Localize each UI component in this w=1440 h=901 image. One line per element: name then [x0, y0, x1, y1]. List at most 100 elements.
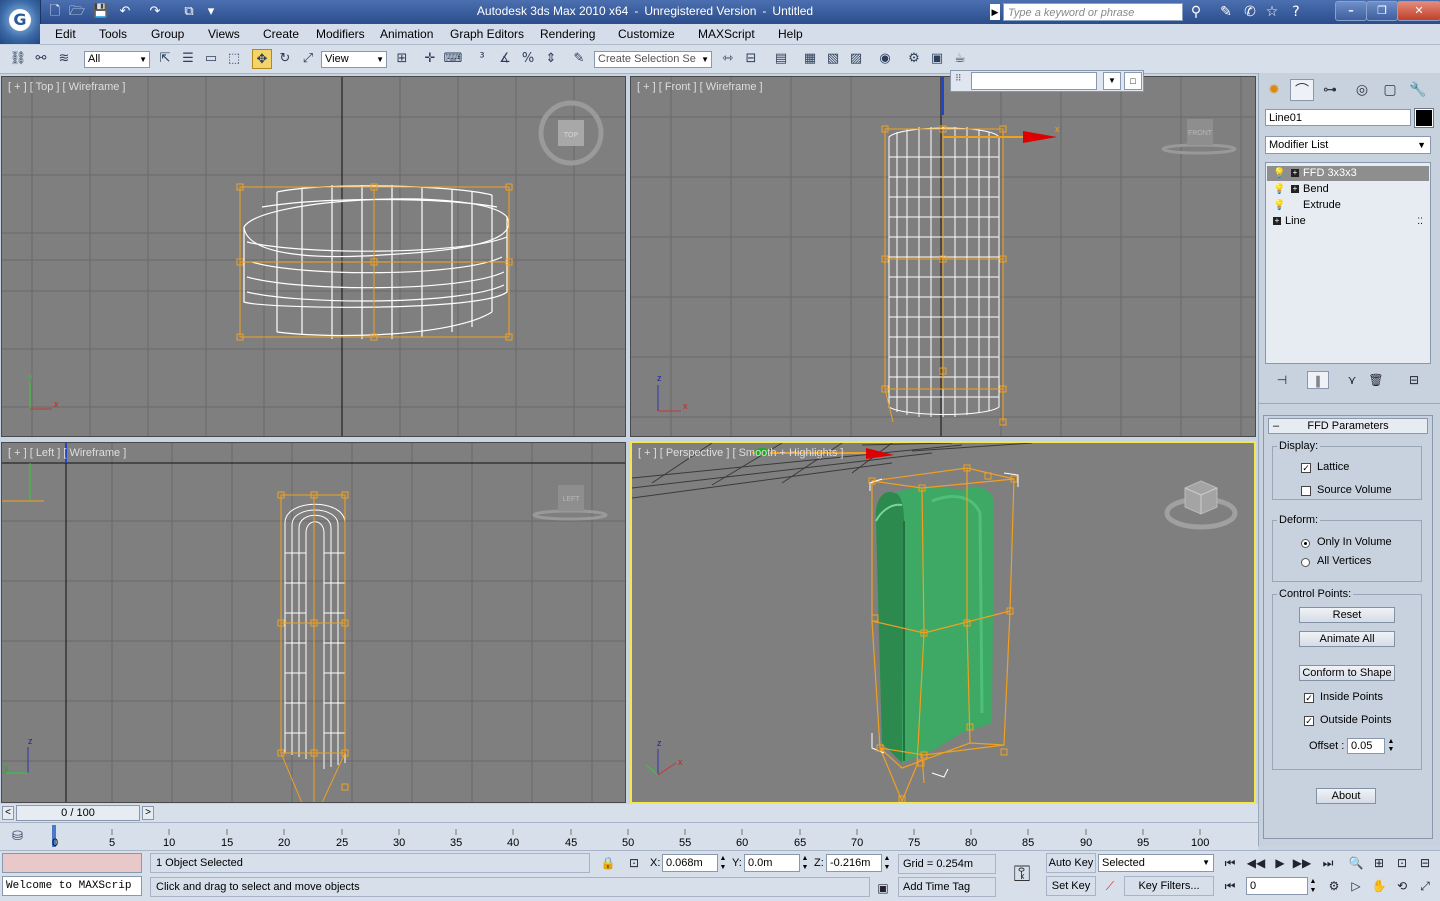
orbit-icon[interactable]: ⟲: [1392, 877, 1412, 895]
go-to-end-icon[interactable]: ⏭: [1318, 854, 1338, 872]
subscription-icon[interactable]: ✎: [1216, 3, 1236, 21]
save-icon[interactable]: 💾: [92, 3, 110, 21]
application-menu-button[interactable]: G: [0, 0, 41, 44]
close-icon[interactable]: □: [1124, 72, 1142, 90]
menu-help[interactable]: Help: [778, 27, 803, 41]
utilities-tab-icon[interactable]: 🔧: [1406, 79, 1430, 101]
about-button[interactable]: About: [1316, 788, 1376, 804]
material-editor-icon[interactable]: ◉: [875, 49, 895, 69]
chevron-down-icon[interactable]: ▼: [1103, 72, 1121, 90]
selection-filter-dropdown[interactable]: All ▼: [84, 51, 150, 68]
modify-tab-icon[interactable]: ⌒: [1290, 79, 1314, 101]
track-bar[interactable]: ⛁ 0 5 10 15 20 25 30 35 40 45 50 55 60 6…: [0, 822, 1258, 851]
rectangular-selection-icon[interactable]: ▭: [201, 49, 221, 69]
stack-item-ffd[interactable]: 💡 + FFD 3x3x3: [1267, 166, 1429, 181]
zoom-all-icon[interactable]: ⊞: [1369, 854, 1389, 872]
stack-item-bend[interactable]: 💡 + Bend: [1267, 182, 1429, 197]
stack-item-extrude[interactable]: 💡 Extrude: [1267, 198, 1429, 213]
align-icon[interactable]: ⊟: [741, 49, 761, 69]
menu-rendering[interactable]: Rendering: [540, 27, 595, 41]
search-expand-icon[interactable]: ▶: [990, 4, 1000, 20]
window-crossing-icon[interactable]: ⬚: [224, 49, 244, 69]
minimize-button[interactable]: –: [1335, 1, 1367, 21]
zoom-extents-icon[interactable]: ⊡: [1392, 854, 1412, 872]
angle-snap-icon[interactable]: ∡: [495, 49, 515, 69]
help-icon[interactable]: ?: [1286, 3, 1306, 21]
z-coord-input[interactable]: -0.216m: [826, 854, 882, 872]
menu-maxscript[interactable]: MAXScript: [698, 27, 755, 41]
outside-points-checkbox[interactable]: ✓: [1304, 716, 1314, 726]
reset-button[interactable]: Reset: [1299, 607, 1395, 623]
menu-group[interactable]: Group: [151, 27, 184, 41]
time-tag-icon[interactable]: ▣: [873, 879, 893, 897]
selection-lock-icon[interactable]: 🔒: [598, 854, 618, 872]
viewport-top[interactable]: [ + ] [ Top ] [ Wireframe ] TOP y x: [1, 76, 626, 437]
default-in-out-tangents-icon[interactable]: ⟋: [1100, 877, 1120, 895]
select-and-link-icon[interactable]: ⛓: [8, 49, 28, 69]
play-icon[interactable]: ▶: [1270, 854, 1290, 872]
percent-snap-icon[interactable]: %: [518, 49, 538, 69]
menu-views[interactable]: Views: [208, 27, 240, 41]
offset-spinner[interactable]: ▲ ▼: [1387, 738, 1395, 754]
motion-tab-icon[interactable]: ◎: [1350, 79, 1374, 101]
key-mode-dropdown[interactable]: Selected ▼: [1098, 854, 1214, 872]
remove-modifier-icon[interactable]: 🗑: [1365, 371, 1387, 389]
floating-selection-input[interactable]: [971, 72, 1097, 90]
display-tab-icon[interactable]: ▢: [1378, 79, 1402, 101]
time-slider-thumb[interactable]: 0 / 100: [16, 805, 140, 821]
grip-icon[interactable]: ⠿: [955, 73, 967, 89]
manipulate-icon[interactable]: ✛: [420, 49, 440, 69]
only-in-volume-radio[interactable]: [1301, 539, 1310, 548]
object-color-swatch[interactable]: [1414, 108, 1434, 128]
schematic-view-icon[interactable]: ▨: [846, 49, 866, 69]
add-time-tag-button[interactable]: Add Time Tag: [898, 877, 996, 897]
lightbulb-icon[interactable]: 💡: [1273, 166, 1285, 181]
unlink-icon[interactable]: ⚯: [31, 49, 51, 69]
hierarchy-tab-icon[interactable]: ⊶: [1318, 79, 1342, 101]
lattice-checkbox[interactable]: ✓: [1301, 463, 1311, 473]
render-setup-icon[interactable]: ⚙: [904, 49, 924, 69]
pivot-center-icon[interactable]: ⊞: [392, 49, 412, 69]
named-selection-dropdown[interactable]: Create Selection Se ▼: [594, 51, 712, 68]
time-slider[interactable]: < 0 / 100 >: [0, 804, 1258, 822]
next-frame-icon[interactable]: ▶▶: [1292, 854, 1312, 872]
select-by-name-icon[interactable]: ☰: [178, 49, 198, 69]
key-filters-button[interactable]: Key Filters...: [1124, 876, 1214, 896]
binoculars-icon[interactable]: ⚲: [1186, 3, 1206, 21]
lightbulb-icon[interactable]: 💡: [1273, 182, 1285, 197]
mirror-icon[interactable]: ⇿: [718, 49, 738, 69]
select-object-icon[interactable]: ⇱: [155, 49, 175, 69]
maxscript-mini-listener-top[interactable]: [2, 853, 142, 873]
menu-animation[interactable]: Animation: [380, 27, 433, 41]
maximize-button[interactable]: ❐: [1366, 1, 1398, 21]
zoom-icon[interactable]: 🔍: [1346, 854, 1366, 872]
key-mode-toggle-icon[interactable]: ⏮: [1220, 877, 1240, 895]
viewport-label[interactable]: [ + ] [ Left ] [ Wireframe ]: [8, 447, 126, 459]
menu-create[interactable]: Create: [263, 27, 299, 41]
menu-graph-editors[interactable]: Graph Editors: [450, 27, 524, 41]
previous-frame-icon[interactable]: ◀◀: [1246, 854, 1266, 872]
menu-modifiers[interactable]: Modifiers: [316, 27, 365, 41]
maxscript-mini-listener[interactable]: Welcome to MAXScrip: [2, 876, 142, 896]
time-slider-prev-button[interactable]: <: [2, 806, 14, 820]
frame-spinner[interactable]: ▲ ▼: [1309, 877, 1317, 895]
time-configuration-icon[interactable]: ⚙: [1324, 877, 1344, 895]
layer-manager-icon[interactable]: ▤: [771, 49, 791, 69]
go-to-start-icon[interactable]: ⏮: [1220, 854, 1240, 872]
snaps-toggle-icon[interactable]: ³: [472, 49, 492, 69]
set-key-button[interactable]: Set Key: [1046, 876, 1096, 896]
zoom-extents-all-icon[interactable]: ⊟: [1415, 854, 1435, 872]
new-file-icon[interactable]: 🗋: [46, 3, 64, 21]
pan-view-icon[interactable]: ✋: [1369, 877, 1389, 895]
keyboard-shortcut-override-icon[interactable]: ⌨: [443, 49, 463, 69]
expand-icon[interactable]: +: [1273, 217, 1281, 225]
edit-named-selections-icon[interactable]: ✎: [569, 49, 589, 69]
conform-to-shape-button[interactable]: Conform to Shape: [1299, 665, 1395, 681]
key-icon[interactable]: ⚿: [1004, 858, 1040, 892]
source-volume-checkbox[interactable]: [1301, 486, 1311, 496]
viewport-left[interactable]: [ + ] [ Left ] [ Wireframe ] LEFT z y: [1, 442, 626, 803]
select-and-move-icon[interactable]: ✥: [252, 49, 272, 69]
y-coord-input[interactable]: 0.0m: [744, 854, 800, 872]
bind-space-warp-icon[interactable]: ≋: [54, 49, 74, 69]
maximize-viewport-icon[interactable]: ⤢: [1415, 877, 1435, 895]
